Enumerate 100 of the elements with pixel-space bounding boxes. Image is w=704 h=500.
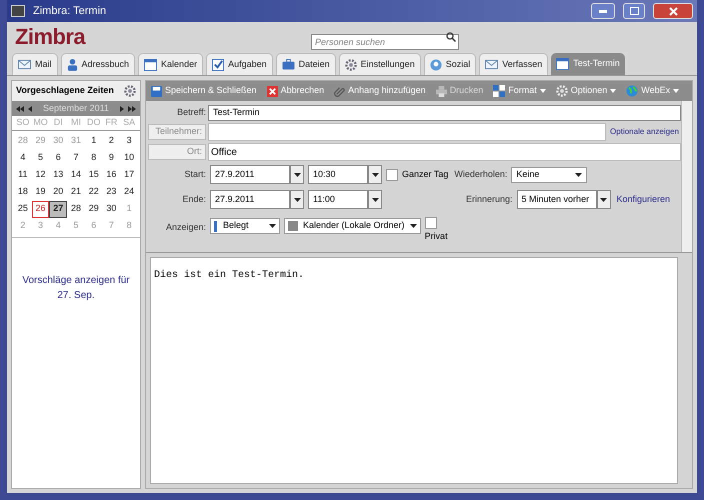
caret-icon bbox=[294, 198, 300, 202]
link[interactable]: Optionale anzeigen bbox=[608, 127, 681, 137]
next-year-icon[interactable] bbox=[128, 106, 136, 112]
dropdown-button[interactable] bbox=[368, 165, 382, 184]
envelope-icon bbox=[485, 59, 498, 70]
search-icon bbox=[446, 32, 456, 42]
calendar-day[interactable]: 6 bbox=[49, 150, 68, 166]
minimize-button[interactable] bbox=[591, 3, 615, 19]
previous-year-icon[interactable] bbox=[16, 106, 24, 112]
calendar-day[interactable]: 12 bbox=[32, 166, 50, 184]
calendar-day[interactable]: 13 bbox=[49, 166, 68, 184]
app-logo: Zimbra bbox=[15, 26, 86, 48]
previous-month-icon[interactable] bbox=[28, 106, 32, 112]
calendar-day[interactable]: 26 bbox=[32, 200, 50, 218]
calendar-day[interactable]: 9 bbox=[102, 150, 120, 166]
weekday-label: MO bbox=[32, 116, 49, 129]
social-icon bbox=[430, 58, 442, 70]
checkbox-label: Privat bbox=[424, 230, 448, 243]
calendar-day[interactable]: 19 bbox=[32, 184, 50, 200]
close-icon bbox=[266, 86, 278, 96]
calendar-day[interactable]: 30 bbox=[102, 200, 120, 218]
calendar-day[interactable]: 3 bbox=[120, 132, 138, 150]
close-button[interactable] bbox=[653, 3, 693, 19]
weekday-label: SO bbox=[15, 116, 30, 129]
calendar-day[interactable]: 25 bbox=[14, 200, 32, 218]
tab[interactable]: Einstellungen bbox=[338, 53, 421, 75]
tab[interactable]: Verfassen bbox=[479, 53, 548, 75]
date-field[interactable]: 27.9.2011 bbox=[210, 165, 290, 184]
calendar-day[interactable]: 27 bbox=[49, 200, 68, 218]
field-label: Betreff: bbox=[176, 106, 206, 120]
body-editor[interactable]: Dies ist ein Test-Termin. bbox=[150, 256, 678, 484]
tab[interactable]: Aufgaben bbox=[206, 53, 273, 75]
calendar-day[interactable]: 1 bbox=[84, 132, 103, 150]
text-field[interactable]: Office bbox=[208, 143, 681, 161]
calendar-day[interactable]: 16 bbox=[102, 166, 120, 184]
paperclip-icon bbox=[334, 86, 346, 96]
text-field[interactable]: Test-Termin bbox=[208, 105, 681, 121]
field-label: Anzeigen: bbox=[166, 221, 206, 234]
gear-icon bbox=[344, 58, 357, 70]
calendar-day[interactable]: 2 bbox=[102, 132, 120, 150]
caret-icon bbox=[372, 198, 378, 202]
weekday-label: DO bbox=[86, 116, 102, 129]
next-month-icon[interactable] bbox=[120, 106, 124, 112]
app-icon bbox=[11, 5, 25, 17]
printer-icon bbox=[436, 86, 447, 96]
minimize-icon bbox=[599, 10, 607, 12]
tab[interactable]: Adressbuch bbox=[60, 53, 136, 75]
calendar-day[interactable]: 11 bbox=[14, 166, 32, 184]
field-label: Erinnerung: bbox=[466, 192, 513, 206]
calendar-day[interactable]: 4 bbox=[14, 150, 32, 166]
calendar-day[interactable]: 7 bbox=[67, 150, 85, 166]
dropdown[interactable]: Belegt bbox=[210, 218, 280, 234]
calendar-day[interactable]: 5 bbox=[32, 150, 50, 166]
dropdown-button[interactable] bbox=[368, 190, 382, 209]
tab[interactable]: Sozial bbox=[424, 53, 476, 75]
caret-icon bbox=[372, 172, 378, 176]
calendar-day[interactable]: 8 bbox=[84, 150, 103, 166]
month-label: September 2011 bbox=[42, 102, 110, 115]
time-field[interactable]: 10:30 bbox=[308, 165, 368, 184]
tab[interactable]: Mail bbox=[12, 53, 58, 75]
dropdown[interactable]: Keine bbox=[511, 166, 588, 182]
calendar-day[interactable]: 29 bbox=[84, 200, 103, 218]
checkbox[interactable] bbox=[386, 168, 398, 180]
dropdown-button[interactable] bbox=[290, 165, 304, 184]
gear-icon bbox=[124, 85, 136, 97]
panel-title: Vorgeschlagene Zeiten bbox=[16, 84, 114, 98]
folder-icon bbox=[288, 221, 298, 231]
time-field[interactable]: 11:00 bbox=[308, 190, 368, 209]
checkbox[interactable] bbox=[424, 217, 437, 229]
calendar-day[interactable]: 14 bbox=[67, 166, 85, 184]
calendar-day[interactable]: 22 bbox=[84, 184, 103, 200]
calendar-day[interactable]: 20 bbox=[49, 184, 68, 200]
weekday-label: SA bbox=[122, 116, 136, 129]
gear-icon bbox=[556, 85, 568, 97]
dropdown[interactable]: Kalender (Lokale Ordner) bbox=[284, 218, 421, 234]
weekday-label: FR bbox=[104, 116, 118, 129]
calendar-day[interactable]: 28 bbox=[67, 200, 85, 218]
close-icon bbox=[668, 6, 678, 16]
date-field[interactable]: 27.9.2011 bbox=[210, 190, 290, 209]
briefcase-icon bbox=[282, 59, 295, 70]
calendar-day[interactable]: 10 bbox=[120, 150, 138, 166]
suggestion-link[interactable]: Vorschläge anzeigen für 27. Sep. bbox=[18, 272, 134, 303]
calendar-day[interactable]: 17 bbox=[120, 166, 138, 184]
calendar-day[interactable]: 24 bbox=[120, 184, 138, 200]
calendar-day[interactable]: 18 bbox=[14, 184, 32, 200]
scrollbar[interactable] bbox=[681, 101, 692, 252]
maximize-button[interactable] bbox=[623, 3, 645, 19]
link[interactable]: Konfigurieren bbox=[616, 192, 670, 206]
calendar-day[interactable]: 21 bbox=[67, 184, 85, 200]
dropdown-button[interactable] bbox=[290, 190, 304, 209]
calendar-day[interactable]: 15 bbox=[84, 166, 103, 184]
tab[interactable]: Dateien bbox=[276, 53, 336, 75]
dropdown[interactable]: 5 Minuten vorher bbox=[516, 190, 597, 209]
dropdown-button[interactable] bbox=[596, 190, 611, 209]
calendar-day[interactable]: 23 bbox=[102, 184, 120, 200]
caret-icon bbox=[269, 224, 276, 228]
envelope-icon bbox=[18, 59, 31, 70]
tab[interactable]: Kalender bbox=[138, 53, 204, 75]
text-field[interactable] bbox=[208, 123, 606, 141]
search-field[interactable]: Personen suchen bbox=[311, 34, 459, 50]
